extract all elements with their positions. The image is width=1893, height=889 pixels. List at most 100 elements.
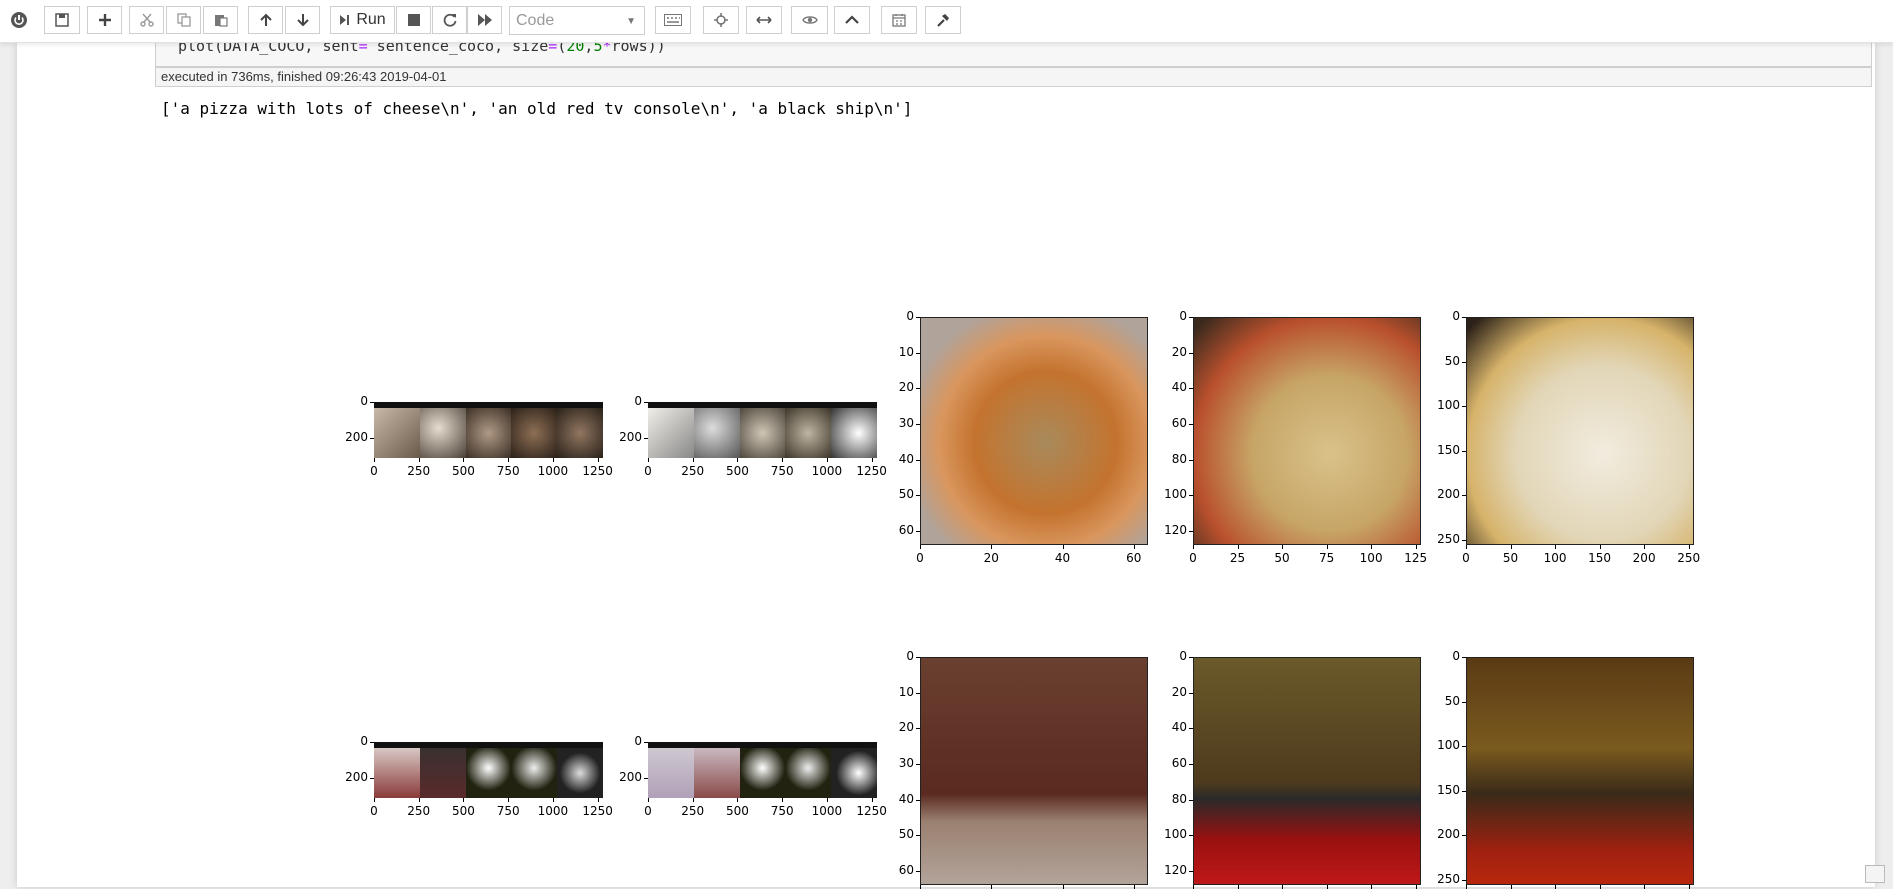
power-icon[interactable] (6, 6, 32, 34)
x-tick-label: 125 (1404, 551, 1428, 565)
y-tick-label: 40 (898, 451, 914, 466)
build-button[interactable] (925, 6, 961, 34)
x-tick-mark (920, 545, 921, 549)
x-tick-label: 750 (496, 464, 520, 478)
keyboard-shortcuts-button[interactable] (655, 6, 691, 34)
y-tick-mark (916, 423, 920, 425)
image-strip-header (374, 742, 603, 748)
y-tick-mark (916, 835, 920, 837)
move-down-button[interactable] (285, 6, 320, 34)
x-tick-mark (1237, 545, 1239, 549)
y-tick-label: 60 (1171, 415, 1187, 430)
insert-cell-button[interactable] (87, 6, 122, 34)
image-frame (465, 748, 512, 798)
y-tick-label: 40 (1171, 720, 1187, 735)
image-frame (511, 408, 558, 458)
image-frame (557, 748, 603, 798)
y-tick-mark (644, 438, 648, 439)
y-tick-label: 100 (1164, 827, 1187, 842)
x-tick-label: 500 (452, 804, 475, 818)
y-tick-mark (916, 870, 920, 872)
x-tick-mark (1133, 885, 1135, 889)
x-tick-mark (1599, 545, 1601, 549)
paste-button[interactable] (203, 6, 238, 34)
y-tick-label: 200 (345, 430, 368, 444)
x-tick-mark (1326, 885, 1328, 889)
x-tick-label: 1250 (582, 804, 613, 818)
collapse-button[interactable] (834, 6, 870, 34)
y-tick-mark (1462, 701, 1466, 703)
image-frame (419, 408, 466, 458)
resize-icon (756, 16, 772, 24)
image-frame (648, 748, 694, 798)
y-tick-mark (1189, 728, 1193, 730)
y-tick-mark (1462, 746, 1466, 748)
y-tick-mark (1462, 406, 1466, 408)
y-tick-mark (1462, 657, 1466, 658)
restart-run-all-button[interactable] (467, 6, 502, 34)
move-button[interactable] (703, 6, 739, 34)
y-tick-mark (1189, 317, 1193, 318)
x-tick-label: 1250 (582, 464, 613, 478)
x-tick-label: 60 (1126, 551, 1142, 565)
y-tick-label: 200 (619, 430, 642, 444)
x-tick-mark (1415, 545, 1417, 549)
x-tick-label: 250 (407, 804, 431, 818)
x-tick-mark (871, 458, 873, 462)
x-tick-mark (1555, 885, 1557, 889)
image-border (1466, 317, 1694, 545)
x-tick-label: 0 (370, 464, 378, 478)
x-tick-mark (1688, 545, 1690, 549)
y-tick-mark (644, 402, 648, 403)
y-tick-mark (644, 778, 648, 779)
scroll-resize-handle[interactable] (1865, 865, 1885, 883)
cut-button[interactable] (129, 6, 164, 34)
restart-button[interactable] (432, 6, 467, 34)
stop-button[interactable] (396, 6, 431, 34)
y-tick-label: 120 (1164, 862, 1187, 877)
y-tick-mark (916, 763, 920, 765)
x-tick-label: 1250 (856, 804, 887, 818)
y-tick-label: 100 (1437, 398, 1460, 413)
x-tick-mark (871, 798, 873, 802)
move-up-button[interactable] (248, 6, 283, 34)
save-button[interactable] (44, 6, 80, 34)
calendar-button[interactable] (881, 6, 917, 34)
image-border (1193, 657, 1421, 885)
image-frame (831, 748, 877, 798)
x-tick-label: 750 (770, 464, 794, 478)
x-tick-mark (782, 798, 784, 802)
x-tick-mark (463, 798, 465, 802)
y-tick-label: 50 (1444, 353, 1460, 368)
x-tick-label: 0 (1189, 551, 1197, 565)
move-icon (714, 13, 728, 27)
y-tick-label: 30 (898, 415, 914, 430)
x-tick-label: 100 (1543, 551, 1567, 565)
x-tick-mark (508, 798, 510, 802)
x-tick-mark (552, 458, 554, 462)
x-tick-mark (1193, 885, 1194, 889)
y-tick-mark (916, 657, 920, 658)
y-tick-mark (916, 799, 920, 801)
y-tick-label: 0 (634, 394, 642, 408)
toggle-visibility-button[interactable] (791, 6, 828, 34)
y-tick-label: 50 (898, 487, 914, 502)
y-tick-label: 250 (1437, 871, 1460, 886)
image-strip-header (374, 402, 603, 408)
fast-forward-icon (477, 14, 492, 26)
y-tick-mark (916, 352, 920, 354)
x-tick-mark (1599, 885, 1601, 889)
copy-button[interactable] (166, 6, 201, 34)
y-tick-mark (1462, 790, 1466, 792)
y-tick-mark (644, 742, 648, 743)
resize-button[interactable] (746, 6, 782, 34)
run-button[interactable]: Run (330, 6, 395, 34)
image-frame (693, 408, 740, 458)
x-tick-label: 500 (452, 464, 475, 478)
cut-icon (139, 13, 154, 27)
image-border (920, 317, 1148, 545)
cell-type-select[interactable]: Code ▼ (509, 6, 645, 35)
y-tick-label: 150 (1437, 782, 1460, 797)
x-tick-label: 0 (1462, 551, 1470, 565)
image-frame (374, 408, 420, 458)
